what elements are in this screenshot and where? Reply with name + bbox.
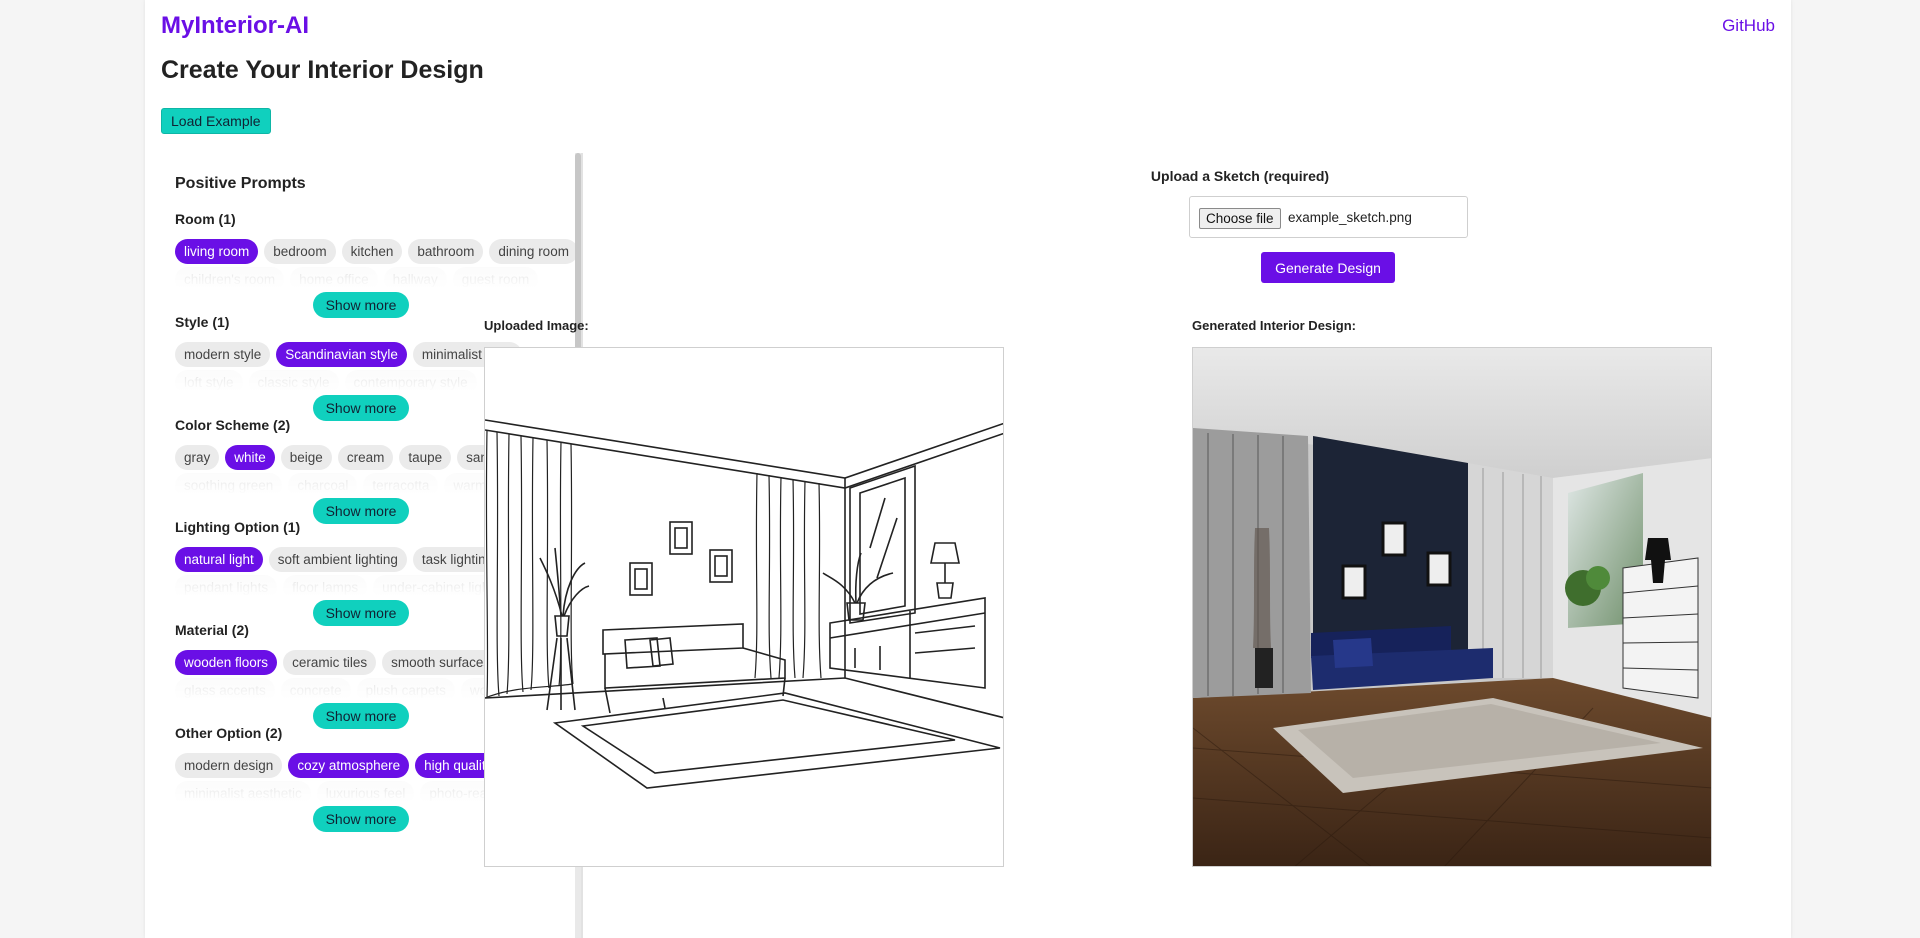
page-title: Create Your Interior Design bbox=[161, 56, 484, 84]
tag-chip[interactable]: bathroom bbox=[408, 239, 484, 264]
tag-list: living room bedroom kitchen bathroom dining … bbox=[175, 239, 575, 289]
tag-chip[interactable]: taupe bbox=[399, 445, 452, 470]
load-example-button[interactable]: Load Example bbox=[161, 108, 271, 134]
tag-fade-overlay bbox=[175, 265, 575, 289]
choose-file-button[interactable]: Choose file bbox=[1199, 208, 1281, 229]
uploaded-sketch-image bbox=[484, 347, 1004, 867]
selected-file-name: example_sketch.png bbox=[1288, 210, 1412, 225]
tag-chip-selected[interactable]: wooden floors bbox=[175, 650, 278, 675]
show-more-button[interactable]: Show more bbox=[313, 806, 409, 832]
tag-chip[interactable]: bedroom bbox=[264, 239, 336, 264]
file-input[interactable]: Choose file example_sketch.png bbox=[1189, 196, 1468, 238]
tag-chip[interactable]: cream bbox=[337, 445, 394, 470]
tag-chip[interactable]: kitchen bbox=[341, 239, 403, 264]
tag-chip[interactable]: smooth surfaces bbox=[382, 650, 500, 675]
github-link[interactable]: GitHub bbox=[1722, 16, 1775, 36]
generate-design-button[interactable]: Generate Design bbox=[1261, 252, 1395, 283]
generated-design-image bbox=[1192, 347, 1712, 867]
app-shell: MyInterior-AI GitHub Create Your Interio… bbox=[145, 0, 1791, 938]
tag-chip[interactable]: modern style bbox=[175, 342, 271, 367]
prompt-section-title: Room (1) bbox=[175, 211, 236, 227]
uploaded-image-label: Uploaded Image: bbox=[484, 318, 589, 333]
tag-chip[interactable]: gray bbox=[175, 445, 220, 470]
tag-chip[interactable]: modern design bbox=[175, 753, 283, 778]
tag-chip-selected[interactable]: white bbox=[225, 445, 275, 470]
tag-chip[interactable]: ceramic tiles bbox=[283, 650, 377, 675]
tag-chip-selected[interactable]: Scandinavian style bbox=[276, 342, 407, 367]
positive-prompts-title: Positive Prompts bbox=[175, 175, 306, 192]
generated-design-label: Generated Interior Design: bbox=[1192, 318, 1356, 333]
brand-logo[interactable]: MyInterior-AI bbox=[161, 12, 309, 40]
tag-chip[interactable]: soft ambient lighting bbox=[268, 547, 407, 572]
tag-chip[interactable]: dining room bbox=[489, 239, 575, 264]
prompt-section: Room (1) living room bedroom kitchen bathroo… bbox=[175, 211, 575, 289]
tag-chip-selected[interactable]: cozy atmosphere bbox=[288, 753, 410, 778]
tag-chip-selected[interactable]: living room bbox=[175, 239, 259, 264]
tag-chip[interactable]: beige bbox=[280, 445, 332, 470]
tag-chip-selected[interactable]: natural light bbox=[175, 547, 263, 572]
upload-sketch-label: Upload a Sketch (required) bbox=[1150, 168, 1330, 184]
